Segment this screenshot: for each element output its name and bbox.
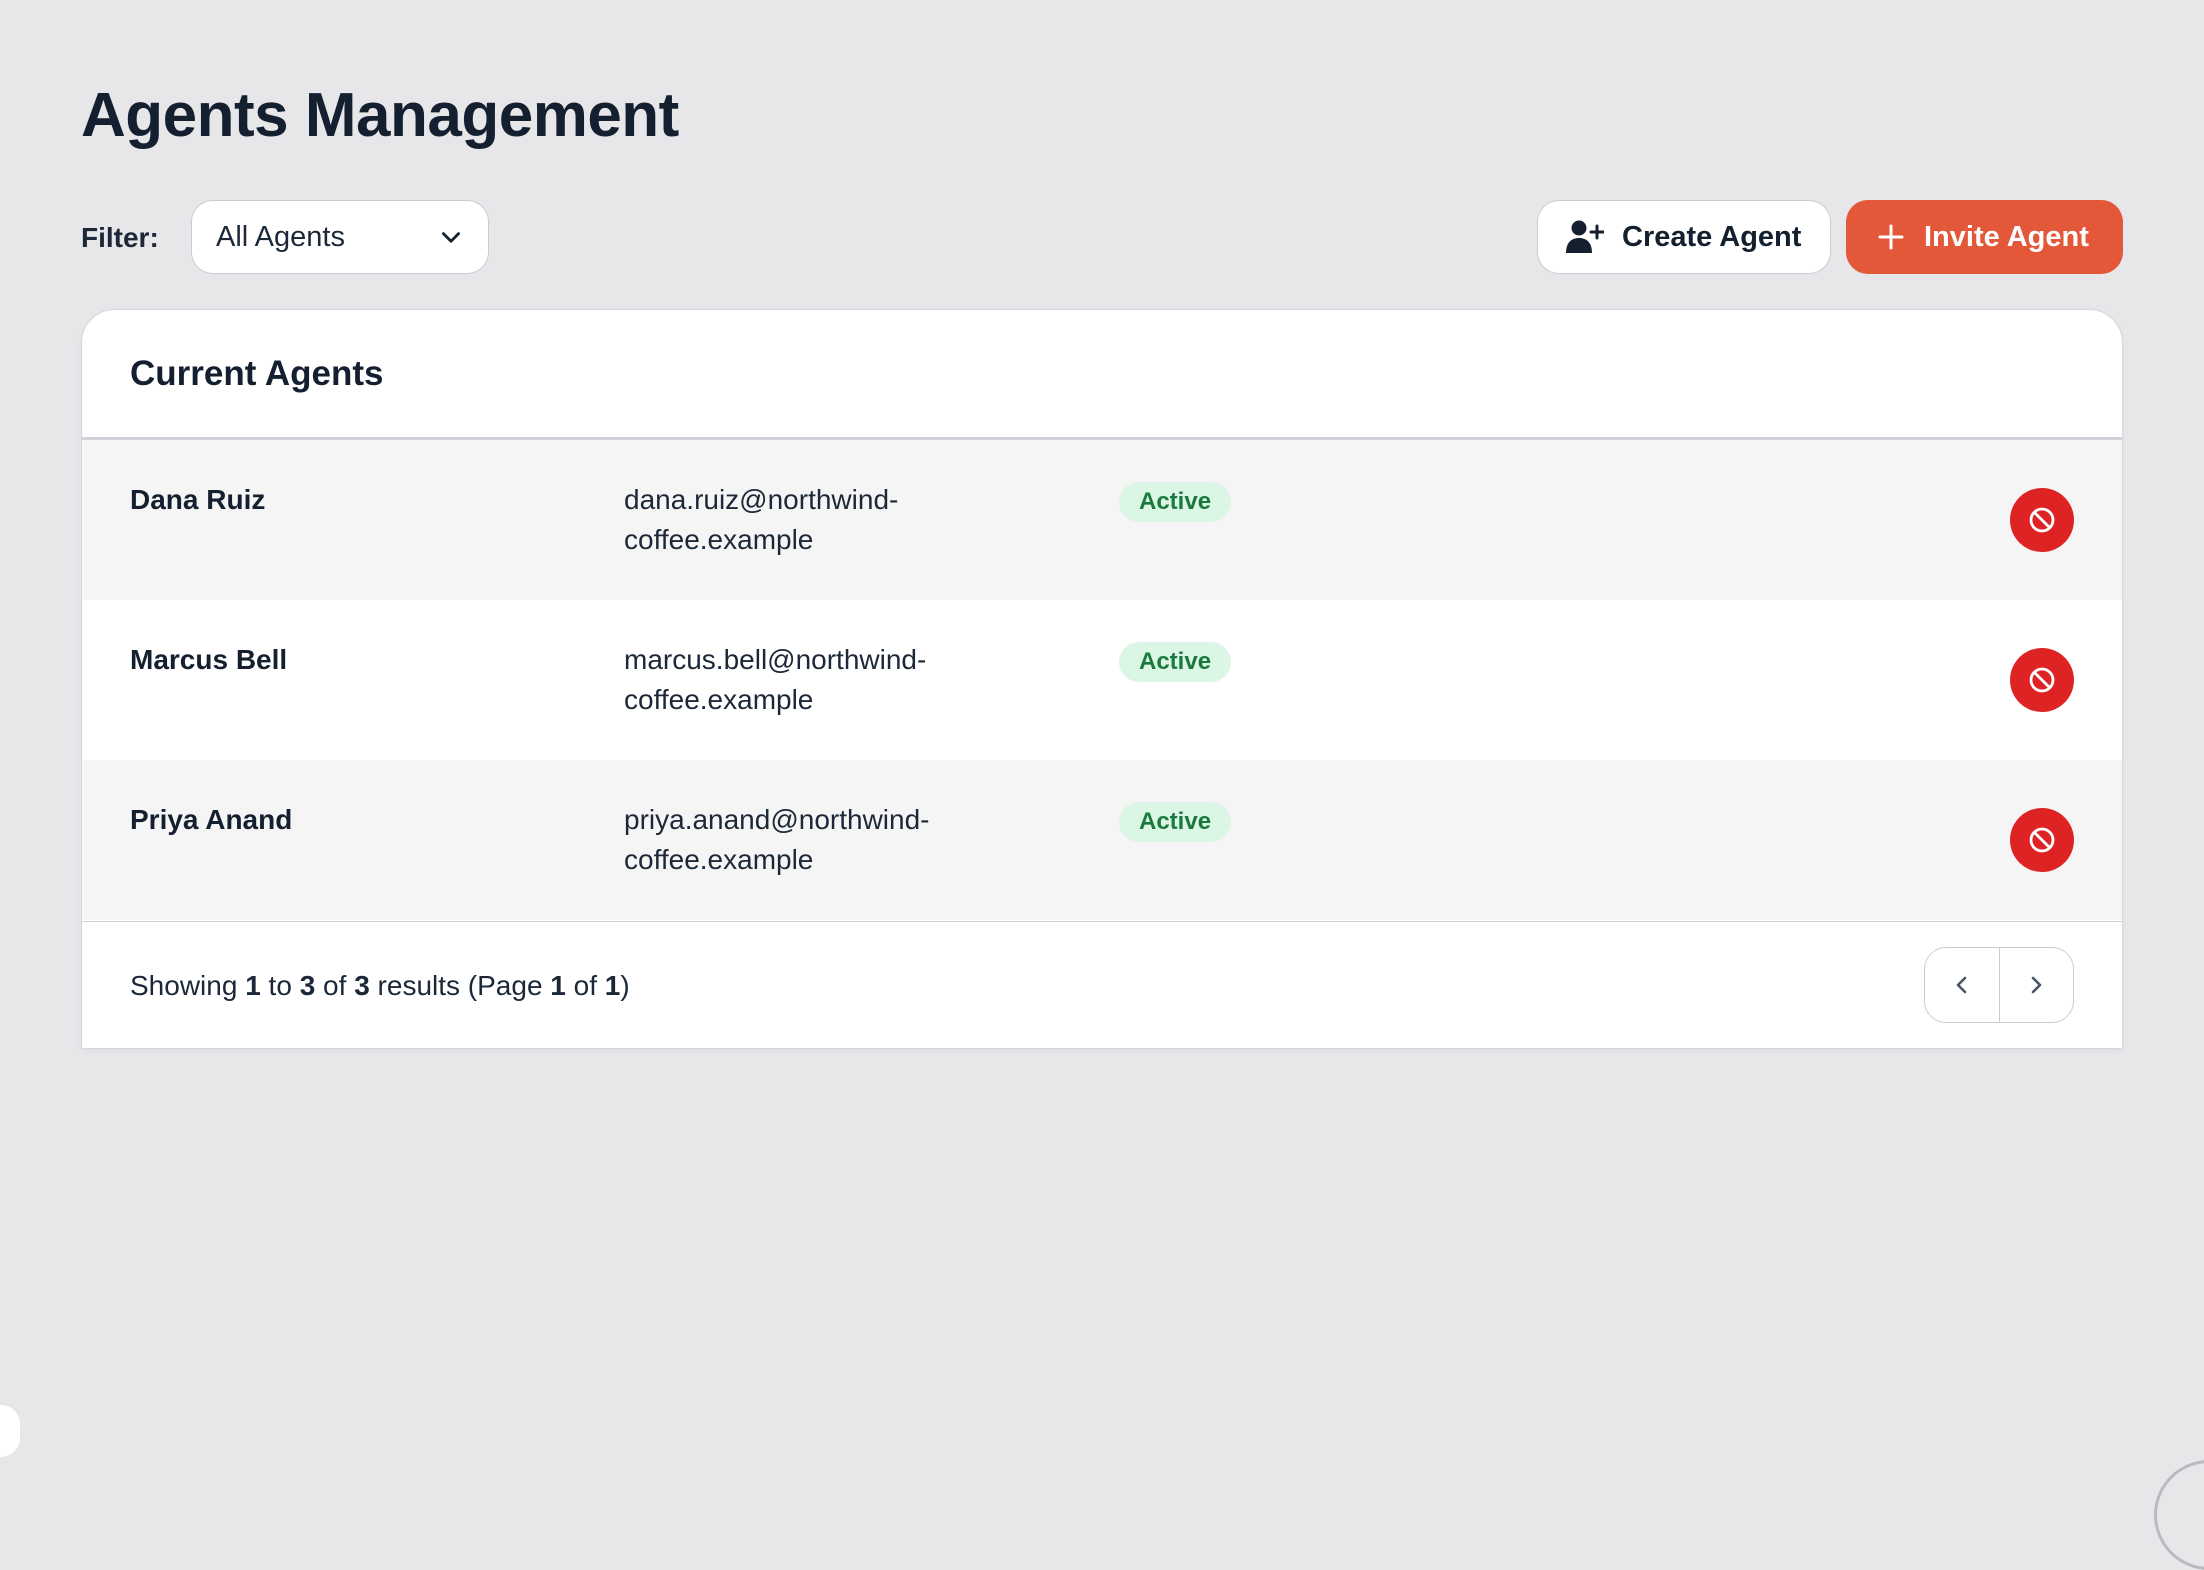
pagination <box>1924 947 2074 1023</box>
table-row: Priya Anand priya.anand@northwind- coffe… <box>82 760 2122 920</box>
create-agent-button[interactable]: Create Agent <box>1537 200 1831 274</box>
status-badge: Active <box>1119 642 1232 682</box>
summary-text: of <box>315 970 355 1001</box>
disable-agent-button[interactable] <box>2010 488 2074 552</box>
card-footer: Showing 1 to 3 of 3 results (Page 1 of 1… <box>82 921 2122 1048</box>
status-badge: Active <box>1119 482 1232 522</box>
agent-name: Priya Anand <box>130 804 293 835</box>
agent-email-line: coffee.example <box>624 524 814 555</box>
plus-icon <box>1878 224 1904 250</box>
summary-text: Showing <box>130 970 246 1001</box>
chevron-left-icon <box>1956 976 1967 994</box>
agent-email-line: coffee.example <box>624 684 814 715</box>
next-page-button[interactable] <box>1998 948 2074 1022</box>
ban-icon <box>2029 507 2055 533</box>
summary-text: results (Page <box>369 970 551 1001</box>
filter-selected-value: All Agents <box>216 220 345 253</box>
user-plus-icon <box>1566 220 1604 253</box>
ban-icon <box>2029 827 2055 853</box>
window-corner <box>2154 1460 2204 1570</box>
agent-email-line: dana.ruiz@northwind- <box>624 484 899 515</box>
create-agent-label: Create Agent <box>1622 220 1802 253</box>
agent-email: marcus.bell@northwind- coffee.example <box>624 640 984 720</box>
filter-label: Filter: <box>81 222 159 253</box>
agent-email: dana.ruiz@northwind- coffee.example <box>624 480 984 560</box>
agent-email-line: coffee.example <box>624 844 814 875</box>
invite-agent-button[interactable]: Invite Agent <box>1846 200 2123 274</box>
chevron-down-icon <box>442 232 460 243</box>
disable-agent-button[interactable] <box>2010 648 2074 712</box>
summary-text: ) <box>620 970 630 1001</box>
summary-total: 3 <box>354 970 370 1001</box>
summary-page: 1 <box>550 970 566 1001</box>
page-title: Agents Management <box>81 81 679 150</box>
toolbar: Filter: All Agents Create Agent Invite A… <box>81 200 2123 276</box>
ban-icon <box>2029 667 2055 693</box>
card-title: Current Agents <box>130 354 384 393</box>
card-header: Current Agents <box>82 310 2122 440</box>
chevron-right-icon <box>2031 976 2042 994</box>
agent-name: Dana Ruiz <box>130 484 266 515</box>
filter-dropdown[interactable]: All Agents <box>191 200 489 274</box>
summary-text: to <box>260 970 300 1001</box>
agent-email: priya.anand@northwind- coffee.example <box>624 800 984 880</box>
results-summary: Showing 1 to 3 of 3 results (Page 1 of 1… <box>130 966 630 1006</box>
table-row: Marcus Bell marcus.bell@northwind- coffe… <box>82 600 2122 760</box>
summary-page-total: 1 <box>604 970 621 1001</box>
summary-text: of <box>565 970 605 1001</box>
agent-email-line: priya.anand@northwind- <box>624 804 930 835</box>
summary-from: 1 <box>245 970 261 1001</box>
agents-card: Current Agents Dana Ruiz dana.ruiz@north… <box>81 309 2123 1049</box>
edge-handle[interactable] <box>0 1405 20 1457</box>
invite-agent-label: Invite Agent <box>1924 220 2089 253</box>
status-badge: Active <box>1119 802 1232 842</box>
disable-agent-button[interactable] <box>2010 808 2074 872</box>
agents-list: Dana Ruiz dana.ruiz@northwind- coffee.ex… <box>82 440 2122 920</box>
summary-to: 3 <box>299 970 316 1001</box>
agent-email-line: marcus.bell@northwind- <box>624 644 927 675</box>
table-row: Dana Ruiz dana.ruiz@northwind- coffee.ex… <box>82 440 2122 600</box>
agent-name: Marcus Bell <box>130 644 288 675</box>
prev-page-button[interactable] <box>1925 948 1999 1022</box>
